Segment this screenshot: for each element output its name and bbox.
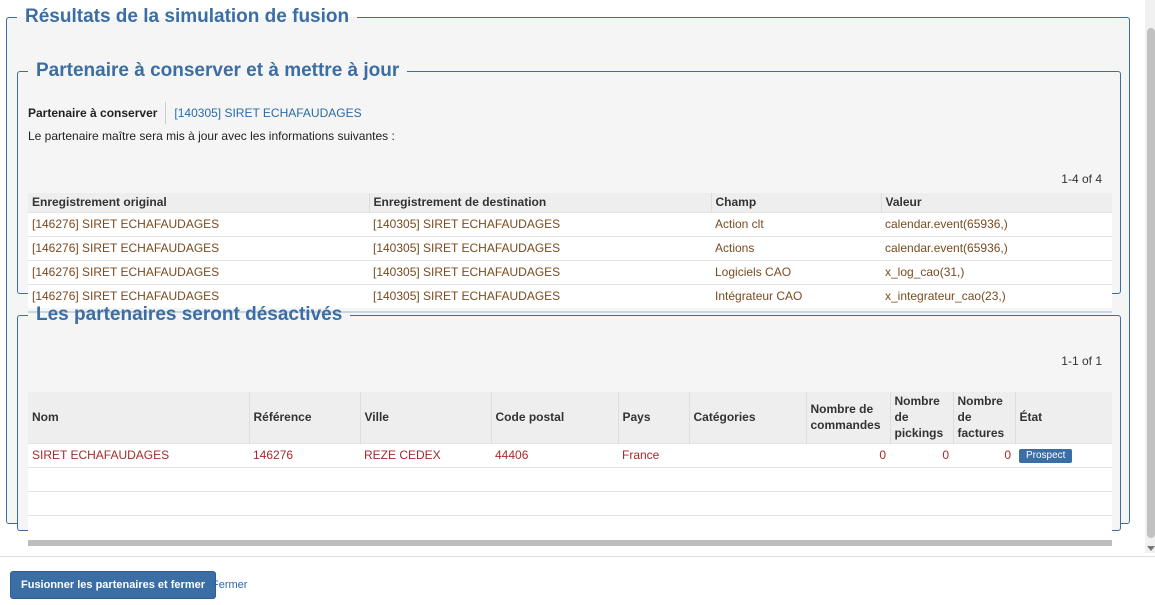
cell-original: [146276] SIRET ECHAFAUDAGES bbox=[28, 211, 369, 236]
empty-row bbox=[28, 466, 1112, 491]
deactivated-partners-table: Nom Référence Ville Code postal Pays Cat… bbox=[28, 392, 1112, 539]
cell-value: calendar.event(65936,) bbox=[881, 211, 1112, 236]
cell-field: Action clt bbox=[711, 211, 881, 236]
keep-partner-link[interactable]: [140305] SIRET ECHAFAUDAGES bbox=[166, 102, 361, 124]
cell-etat: Prospect bbox=[1015, 442, 1112, 467]
scrollbar-thumb[interactable] bbox=[1147, 28, 1155, 538]
vertical-scrollbar[interactable] bbox=[1145, 0, 1155, 553]
cell-reference: 146276 bbox=[249, 442, 360, 467]
merge-and-close-button[interactable]: Fusionner les partenaires et fermer bbox=[10, 571, 217, 599]
col-original-record[interactable]: Enregistrement original bbox=[28, 193, 369, 212]
empty-row bbox=[28, 514, 1112, 539]
deact-section-title: Les partenaires seront désactivés bbox=[36, 304, 343, 325]
cell-original: [146276] SIRET ECHAFAUDAGES bbox=[28, 259, 369, 284]
cell-code-postal: 44406 bbox=[491, 442, 618, 467]
col-commandes-line1: Nombre de bbox=[810, 402, 874, 417]
cell-value: calendar.event(65936,) bbox=[881, 235, 1112, 260]
scroll-down-arrow-icon[interactable] bbox=[1147, 546, 1155, 551]
col-commandes[interactable]: Nombre de commandes bbox=[805, 392, 890, 443]
cell-commandes: 0 bbox=[806, 442, 890, 467]
table-row[interactable]: SIRET ECHAFAUDAGES 146276 REZE CEDEX 444… bbox=[28, 442, 1112, 467]
col-factures[interactable]: Nombre de factures bbox=[952, 392, 1015, 443]
col-pickings-line3: pickings bbox=[894, 426, 944, 441]
col-nom[interactable]: Nom bbox=[28, 392, 249, 443]
merge-simulation-dialog: Résultats de la simulation de fusion Par… bbox=[0, 0, 1155, 605]
cell-destination: [140305] SIRET ECHAFAUDAGES bbox=[369, 259, 711, 284]
table-horizontal-scrollbar[interactable] bbox=[28, 540, 1112, 546]
table-row[interactable]: [146276] SIRET ECHAFAUDAGES [140305] SIR… bbox=[28, 259, 1112, 284]
table-header-row: Nom Référence Ville Code postal Pays Cat… bbox=[28, 392, 1112, 443]
empty-row bbox=[28, 490, 1112, 515]
update-fields-table: Enregistrement original Enregistrement d… bbox=[28, 193, 1112, 308]
cell-field: Logiciels CAO bbox=[711, 259, 881, 284]
status-badge: Prospect bbox=[1019, 449, 1073, 463]
table-row[interactable]: [146276] SIRET ECHAFAUDAGES [140305] SIR… bbox=[28, 211, 1112, 236]
col-pickings[interactable]: Nombre de pickings bbox=[889, 392, 953, 443]
keep-partner-label: Partenaire à conserver bbox=[28, 102, 167, 124]
col-field[interactable]: Champ bbox=[710, 193, 881, 212]
cell-destination: [140305] SIRET ECHAFAUDAGES bbox=[369, 211, 711, 236]
keep-partner-field: Partenaire à conserver [140305] SIRET EC… bbox=[28, 102, 362, 124]
cell-ville: REZE CEDEX bbox=[360, 442, 491, 467]
results-fieldset: Résultats de la simulation de fusion Par… bbox=[6, 6, 1130, 546]
deact-pager: 1-1 of 1 bbox=[1061, 354, 1102, 368]
cell-factures: 0 bbox=[953, 442, 1015, 467]
keep-section-title: Partenaire à conserver et à mettre à jou… bbox=[36, 60, 400, 81]
cell-destination: [140305] SIRET ECHAFAUDAGES bbox=[369, 235, 711, 260]
keep-partner-fieldset: Partenaire à conserver et à mettre à jou… bbox=[17, 60, 1121, 313]
table-header-row: Enregistrement original Enregistrement d… bbox=[28, 193, 1112, 212]
update-info-text: Le partenaire maître sera mis à jour ave… bbox=[28, 129, 395, 143]
col-factures-line1: Nombre bbox=[957, 394, 1003, 409]
cell-pickings: 0 bbox=[890, 442, 953, 467]
col-code-postal[interactable]: Code postal bbox=[490, 392, 618, 443]
cell-pays: France bbox=[618, 442, 689, 467]
col-reference[interactable]: Référence bbox=[248, 392, 360, 443]
table-row[interactable]: [146276] SIRET ECHAFAUDAGES [140305] SIR… bbox=[28, 235, 1112, 260]
cell-nom: SIRET ECHAFAUDAGES bbox=[28, 442, 249, 467]
cell-original: [146276] SIRET ECHAFAUDAGES bbox=[28, 235, 369, 260]
col-factures-line3: factures bbox=[957, 426, 1005, 441]
col-ville[interactable]: Ville bbox=[359, 392, 491, 443]
col-etat[interactable]: État bbox=[1014, 392, 1112, 443]
col-value[interactable]: Valeur bbox=[880, 193, 1112, 212]
cell-value: x_log_cao(31,) bbox=[881, 259, 1112, 284]
col-factures-line2: de bbox=[957, 410, 972, 425]
col-pickings-line1: Nombre bbox=[894, 394, 940, 409]
keep-pager: 1-4 of 4 bbox=[1061, 172, 1102, 186]
dialog-footer: Fusionner les partenaires et fermer Ferm… bbox=[0, 556, 1155, 605]
close-button[interactable]: Fermer bbox=[212, 579, 247, 591]
col-categories[interactable]: Catégories bbox=[688, 392, 806, 443]
col-pickings-line2: de bbox=[894, 410, 909, 425]
results-title: Résultats de la simulation de fusion bbox=[25, 6, 350, 27]
deactivated-partners-fieldset: Les partenaires seront désactivés 1-1 of… bbox=[17, 304, 1121, 546]
col-destination-record[interactable]: Enregistrement de destination bbox=[368, 193, 711, 212]
dialog-body: Résultats de la simulation de fusion Par… bbox=[0, 0, 1145, 553]
col-commandes-line2: commandes bbox=[810, 418, 881, 433]
cell-field: Actions bbox=[711, 235, 881, 260]
cell-categories bbox=[689, 442, 806, 467]
col-pays[interactable]: Pays bbox=[617, 392, 689, 443]
